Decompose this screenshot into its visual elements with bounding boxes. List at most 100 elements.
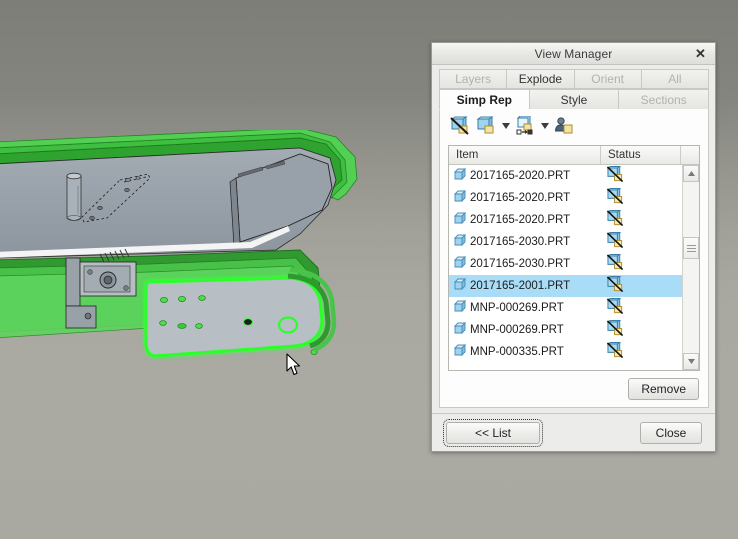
row-item-label: 2017165-2020.PRT	[470, 192, 570, 204]
remove-button-row: Remove	[440, 371, 708, 407]
excluded-status-icon	[607, 298, 624, 315]
tab-row-secondary: Simp Rep Style Sections	[439, 89, 709, 110]
excluded-status-icon	[607, 276, 624, 293]
table-row[interactable]: MNP-000335.PRT	[449, 341, 682, 363]
row-item-cell: 2017165-2030.PRT	[449, 256, 601, 272]
table-row[interactable]: 2017165-2030.PRT	[449, 253, 682, 275]
tab-all[interactable]: All	[641, 69, 709, 89]
part-cube-icon	[454, 344, 467, 360]
exclude-component-icon[interactable]	[448, 114, 472, 138]
part-cube-icon	[454, 168, 467, 184]
column-header-pad	[681, 146, 699, 164]
save-dropdown-caret[interactable]	[539, 115, 550, 137]
scroll-up-arrow[interactable]	[683, 165, 699, 182]
dialog-titlebar[interactable]: View Manager ✕	[432, 43, 715, 65]
excluded-status-icon	[607, 232, 624, 249]
close-button[interactable]: Close	[640, 422, 702, 444]
row-item-label: 2017165-2020.PRT	[470, 214, 570, 226]
part-cube-icon	[454, 234, 467, 250]
tab-explode[interactable]: Explode	[506, 69, 573, 89]
excluded-status-icon	[607, 276, 624, 296]
include-dropdown-caret[interactable]	[500, 115, 511, 137]
excluded-status-icon	[607, 320, 624, 337]
row-item-cell: 2017165-2020.PRT	[449, 190, 601, 206]
excluded-status-icon	[607, 210, 624, 227]
excluded-status-icon	[607, 320, 624, 340]
column-header-item[interactable]: Item	[449, 146, 601, 164]
tab-sections-label: Sections	[641, 93, 687, 107]
excluded-status-icon	[607, 298, 624, 318]
row-item-label: 2017165-2001.PRT	[470, 280, 570, 292]
remove-button[interactable]: Remove	[628, 378, 699, 400]
excluded-status-icon	[607, 342, 624, 362]
save-representation-icon[interactable]	[513, 114, 537, 138]
include-component-icon[interactable]	[474, 114, 498, 138]
representation-list[interactable]: Item Status 2017165-2020.PRT 2017165-202…	[448, 145, 700, 371]
close-icon[interactable]: ✕	[692, 45, 709, 62]
simp-rep-panel: Item Status 2017165-2020.PRT 2017165-202…	[439, 109, 709, 408]
dialog-title: View Manager	[432, 47, 715, 61]
list-scrollbar[interactable]	[682, 165, 699, 370]
tab-strip: Layers Explode Orient All Simp Rep Style	[432, 65, 715, 110]
user-defined-rep-icon[interactable]	[552, 114, 576, 138]
tab-all-label: All	[668, 72, 681, 86]
cad-viewport[interactable]: « View Manager ✕ Layers Explode Orient A…	[0, 0, 738, 539]
row-item-label: MNP-000269.PRT	[470, 324, 564, 336]
row-item-cell: MNP-000269.PRT	[449, 300, 601, 316]
table-row[interactable]: 2017165-2020.PRT	[449, 165, 682, 187]
excluded-status-icon	[607, 254, 624, 271]
part-cube-icon	[454, 278, 467, 294]
excluded-status-icon	[607, 166, 624, 183]
conveyor-assembly-3d-model[interactable]	[0, 130, 380, 390]
table-row[interactable]: MNP-000269.PRT	[449, 297, 682, 319]
tab-orient[interactable]: Orient	[574, 69, 641, 89]
list-header: Item Status	[449, 146, 699, 165]
part-cube-icon	[454, 300, 467, 313]
row-item-cell: MNP-000335.PRT	[449, 344, 601, 360]
row-status-cell	[601, 342, 682, 362]
tab-layers[interactable]: Layers	[439, 69, 506, 89]
table-row[interactable]: 2017165-2020.PRT	[449, 187, 682, 209]
excluded-status-icon	[607, 342, 624, 359]
scrollbar-thumb[interactable]	[683, 237, 699, 259]
table-row[interactable]: MNP-000269.PRT	[449, 319, 682, 341]
list-toggle-button[interactable]: << List	[446, 422, 540, 444]
tab-sections[interactable]: Sections	[618, 89, 709, 110]
guide-post	[67, 173, 81, 220]
highlighted-part-2017165-2001[interactable]	[146, 278, 322, 356]
part-cube-icon	[454, 344, 467, 357]
tab-style-label: Style	[561, 93, 588, 107]
excluded-status-icon	[607, 188, 624, 208]
part-cube-icon	[454, 212, 467, 228]
scrollbar-track[interactable]	[683, 182, 699, 353]
table-row[interactable]: 2017165-2030.PRT	[449, 231, 682, 253]
row-item-label: 2017165-2030.PRT	[470, 236, 570, 248]
part-cube-icon	[454, 256, 467, 272]
tab-explode-label: Explode	[519, 72, 562, 86]
tab-orient-label: Orient	[591, 72, 624, 86]
row-item-label: 2017165-2030.PRT	[470, 258, 570, 270]
part-cube-icon	[454, 212, 467, 225]
column-header-status[interactable]: Status	[601, 146, 681, 164]
scroll-down-arrow[interactable]	[683, 353, 699, 370]
part-cube-icon	[454, 168, 467, 181]
part-cube-icon	[454, 300, 467, 316]
tab-style[interactable]: Style	[529, 89, 619, 110]
row-status-cell	[601, 276, 682, 296]
view-manager-dialog[interactable]: View Manager ✕ Layers Explode Orient All	[431, 42, 716, 452]
row-item-cell: MNP-000269.PRT	[449, 322, 601, 338]
row-item-cell: 2017165-2020.PRT	[449, 212, 601, 228]
excluded-status-icon	[607, 188, 624, 205]
part-cube-icon	[454, 322, 467, 338]
tab-simp-rep-label: Simp Rep	[457, 93, 512, 107]
tab-simp-rep[interactable]: Simp Rep	[439, 89, 529, 110]
table-row[interactable]: 2017165-2020.PRT	[449, 209, 682, 231]
part-cube-icon	[454, 278, 467, 291]
list-body: 2017165-2020.PRT 2017165-2020.PRT 201716…	[449, 165, 699, 370]
dialog-footer: << List Close	[432, 413, 715, 451]
row-item-label: MNP-000335.PRT	[470, 346, 564, 358]
part-cube-icon	[454, 322, 467, 335]
table-row[interactable]: 2017165-2001.PRT	[449, 275, 682, 297]
part-cube-icon	[454, 190, 467, 203]
row-status-cell	[601, 232, 682, 252]
